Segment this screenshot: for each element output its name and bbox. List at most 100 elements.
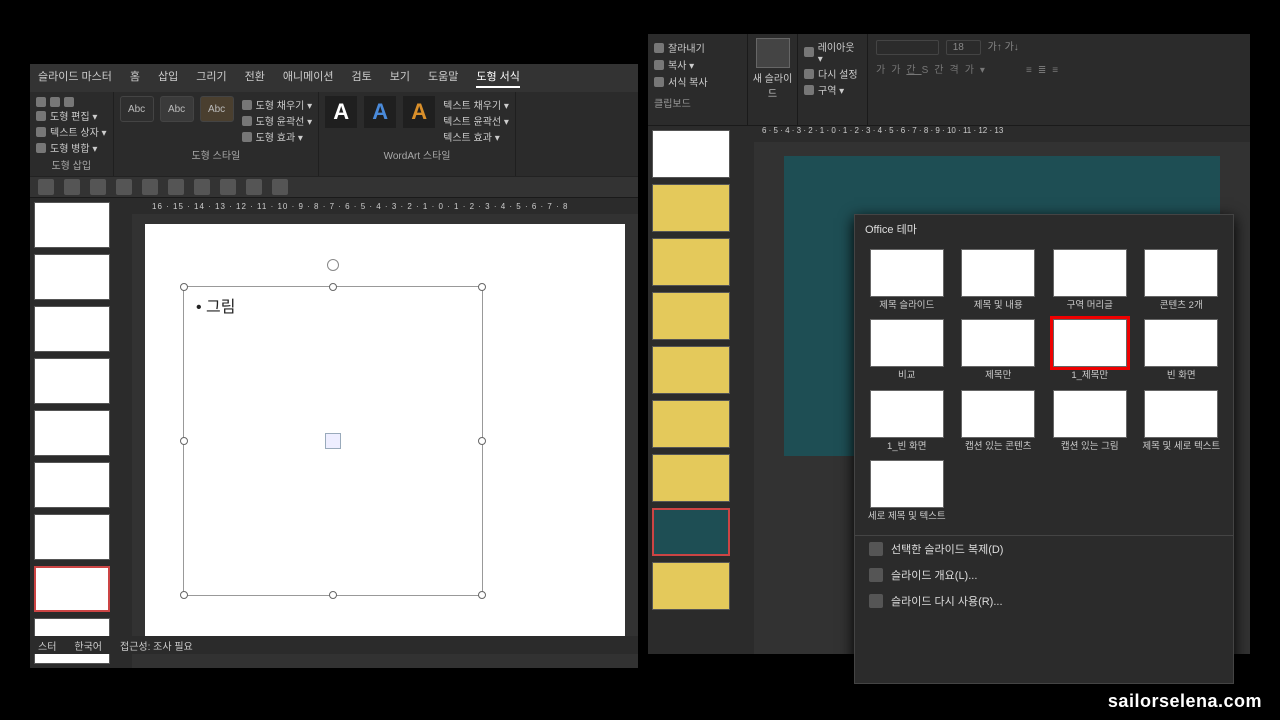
menu-home[interactable]: 홈 xyxy=(130,68,140,88)
shape-fill-button[interactable]: 도형 채우기 ▾ xyxy=(242,97,313,112)
resize-handle[interactable] xyxy=(180,283,188,291)
right-thumbnail-pane[interactable] xyxy=(648,126,736,654)
numbering-icon[interactable]: ≣ xyxy=(1038,65,1052,76)
layout-option[interactable]: 비교 xyxy=(865,319,949,381)
layout-option[interactable]: 1_빈 화면 xyxy=(865,390,949,452)
menu-review[interactable]: 검토 xyxy=(352,68,372,88)
resize-handle[interactable] xyxy=(329,283,337,291)
wordart-preset-3[interactable]: A xyxy=(403,96,435,128)
layout-option[interactable]: 제목 슬라이드 xyxy=(865,249,949,311)
thumb[interactable] xyxy=(652,292,730,340)
slide-outline-item[interactable]: 슬라이드 개요(L)... xyxy=(855,562,1233,588)
section-button[interactable]: 구역 ▾ xyxy=(804,82,861,97)
decrease-font-icon[interactable]: 가↓ xyxy=(1005,42,1019,53)
thumb[interactable] xyxy=(652,400,730,448)
rotate-handle[interactable] xyxy=(327,259,339,271)
format-painter-button[interactable]: 서식 복사 xyxy=(654,74,741,89)
selected-placeholder[interactable]: • 그림 xyxy=(183,286,483,596)
qat-icon[interactable] xyxy=(168,179,184,195)
shape-outline-button[interactable]: 도형 윤곽선 ▾ xyxy=(242,113,313,128)
menu-insert[interactable]: 삽입 xyxy=(158,68,178,88)
qat-icon[interactable] xyxy=(116,179,132,195)
slide-canvas[interactable]: • 그림 xyxy=(132,214,638,668)
merge-shapes-button[interactable]: 도형 병합 ▾ xyxy=(36,140,107,155)
font-size-dropdown[interactable]: 18 xyxy=(946,40,981,55)
slide[interactable]: • 그림 xyxy=(145,224,625,654)
font-family-dropdown[interactable] xyxy=(876,40,939,55)
menu-transition[interactable]: 전환 xyxy=(245,68,265,88)
thumb[interactable] xyxy=(652,238,730,286)
layout-option[interactable]: 콘텐츠 2개 xyxy=(1140,249,1224,311)
wordart-gallery[interactable]: A A A xyxy=(325,96,435,145)
layout-button[interactable]: 레이아웃 ▾ xyxy=(804,39,861,65)
strike-button[interactable]: S xyxy=(922,65,935,76)
menu-animation[interactable]: 애니메이션 xyxy=(283,68,334,88)
menu-draw[interactable]: 그리기 xyxy=(196,68,226,88)
underline-button[interactable]: 간 xyxy=(906,65,921,76)
resize-handle[interactable] xyxy=(478,437,486,445)
cut-button[interactable]: 잘라내기 xyxy=(654,40,741,55)
align-icon[interactable]: ≡ xyxy=(1052,65,1064,76)
menu-view[interactable]: 보기 xyxy=(390,68,410,88)
thumb[interactable] xyxy=(34,254,110,300)
layout-option[interactable]: 세로 제목 및 텍스트 xyxy=(865,460,949,522)
qat-icon[interactable] xyxy=(272,179,288,195)
reset-button[interactable]: 다시 설정 xyxy=(804,66,861,81)
slide-thumbnail-pane[interactable] xyxy=(30,198,116,668)
qat-icon[interactable] xyxy=(90,179,106,195)
resize-handle[interactable] xyxy=(329,591,337,599)
layout-option[interactable]: 캡션 있는 콘텐츠 xyxy=(957,390,1041,452)
layout-option[interactable]: 제목만 xyxy=(957,319,1041,381)
layout-option[interactable]: 빈 화면 xyxy=(1140,319,1224,381)
qat-icon[interactable] xyxy=(38,179,54,195)
style-preset-3[interactable]: Abc xyxy=(200,96,234,122)
thumb[interactable] xyxy=(652,346,730,394)
layout-option[interactable]: 구역 머리글 xyxy=(1048,249,1132,311)
resize-handle[interactable] xyxy=(478,591,486,599)
thumb-selected[interactable] xyxy=(34,566,110,612)
picture-icon[interactable] xyxy=(325,433,341,449)
copy-button[interactable]: 복사 ▾ xyxy=(654,57,741,72)
thumb[interactable] xyxy=(652,562,730,610)
layout-option[interactable]: 제목 및 세로 텍스트 xyxy=(1140,390,1224,452)
menu-help[interactable]: 도움말 xyxy=(428,68,458,88)
shapes-gallery-icon[interactable] xyxy=(36,97,107,107)
shape-style-gallery[interactable]: Abc Abc Abc xyxy=(120,96,234,145)
thumb[interactable] xyxy=(34,202,110,248)
italic-button[interactable]: 가 xyxy=(891,65,906,76)
text-fill-button[interactable]: 텍스트 채우기 ▾ xyxy=(443,97,509,112)
layout-option[interactable]: 캡션 있는 그림 xyxy=(1048,390,1132,452)
thumb[interactable] xyxy=(652,454,730,502)
resize-handle[interactable] xyxy=(478,283,486,291)
bold-button[interactable]: 가 xyxy=(876,65,891,76)
qat-icon[interactable] xyxy=(64,179,80,195)
new-slide-button[interactable]: 새 슬라이드 xyxy=(748,34,798,125)
duplicate-slides-item[interactable]: 선택한 슬라이드 복제(D) xyxy=(855,536,1233,562)
resize-handle[interactable] xyxy=(180,437,188,445)
text-outline-button[interactable]: 텍스트 윤곽선 ▾ xyxy=(443,113,509,128)
status-language[interactable]: 한국어 xyxy=(74,638,102,653)
increase-font-icon[interactable]: 가↑ xyxy=(988,42,1002,53)
qat-icon[interactable] xyxy=(246,179,262,195)
qat-icon[interactable] xyxy=(194,179,210,195)
thumb-selected[interactable] xyxy=(652,508,730,556)
reuse-slides-item[interactable]: 슬라이드 다시 사용(R)... xyxy=(855,588,1233,614)
thumb[interactable] xyxy=(34,514,110,560)
shape-effects-button[interactable]: 도형 효과 ▾ xyxy=(242,129,313,144)
thumb[interactable] xyxy=(652,130,730,178)
qat-icon[interactable] xyxy=(142,179,158,195)
thumb[interactable] xyxy=(652,184,730,232)
spacing-button[interactable]: 간격 xyxy=(934,65,964,76)
thumb[interactable] xyxy=(34,462,110,508)
thumb[interactable] xyxy=(34,306,110,352)
qat-icon[interactable] xyxy=(220,179,236,195)
style-preset-2[interactable]: Abc xyxy=(160,96,194,122)
wordart-preset-2[interactable]: A xyxy=(364,96,396,128)
layout-option[interactable]: 제목 및 내용 xyxy=(957,249,1041,311)
resize-handle[interactable] xyxy=(180,591,188,599)
wordart-preset-1[interactable]: A xyxy=(325,96,357,128)
style-preset-1[interactable]: Abc xyxy=(120,96,154,122)
menu-shape-format[interactable]: 도형 서식 xyxy=(476,68,520,88)
bullets-icon[interactable]: ≡ xyxy=(1026,65,1038,76)
textbox-button[interactable]: 텍스트 상자 ▾ xyxy=(36,124,107,139)
